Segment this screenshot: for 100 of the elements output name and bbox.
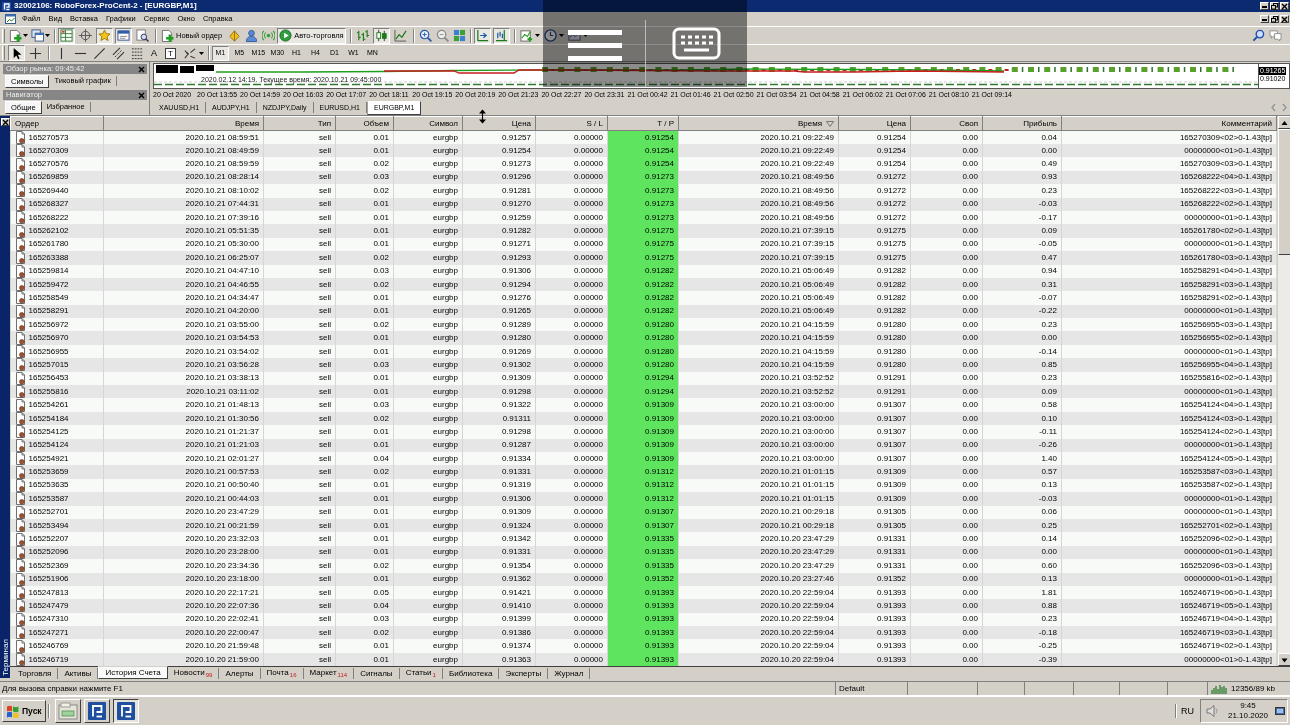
windows-icon[interactable] <box>31 29 44 42</box>
table-cell: 2020.10.21 04:15:59 <box>678 358 839 372</box>
tab[interactable]: Маркет$_{114}$ <box>303 668 355 679</box>
tab[interactable]: Почта$_{16}$ <box>260 668 304 679</box>
column-header[interactable]: Тип <box>317 118 331 128</box>
minimize-button[interactable] <box>1260 2 1269 10</box>
menu-icon[interactable] <box>568 30 622 61</box>
table-cell: 165252701 <box>28 506 69 519</box>
restore-button[interactable] <box>1270 15 1279 23</box>
caret-icon[interactable] <box>534 34 540 37</box>
table-cell: 2020.10.20 21:59:48 <box>103 639 264 653</box>
scrollbar[interactable] <box>1277 116 1290 666</box>
table-cell: 0.91275 <box>838 224 911 238</box>
text-tool-button[interactable]: A <box>147 45 161 61</box>
table-cell: 0.09 <box>982 224 1062 238</box>
table-cell: 2020.10.20 22:59:04 <box>678 599 839 613</box>
table-cell: 165253494 <box>28 519 69 532</box>
column-header[interactable]: Время <box>234 118 259 128</box>
table-cell: 0.91254 <box>607 157 679 171</box>
table-cell: 0.91280 <box>462 331 536 345</box>
scroll-up-icon[interactable] <box>1278 116 1290 129</box>
table-cell: 0.91410 <box>462 599 536 613</box>
desktop-icon[interactable] <box>1275 707 1285 715</box>
tab[interactable]: Библиотека <box>442 668 500 679</box>
table-cell: 2020.10.20 22:00:47 <box>103 626 264 640</box>
diamond-icon[interactable] <box>228 29 242 42</box>
resize-cursor-icon <box>478 109 487 124</box>
close-icon[interactable] <box>138 91 145 99</box>
column-header[interactable]: T / P <box>657 118 674 128</box>
column-header[interactable]: Ордер <box>15 118 40 128</box>
tab[interactable]: Эксперты <box>499 668 549 679</box>
table-cell: 165256970 <box>28 332 69 345</box>
column-header[interactable]: Цена <box>511 118 531 128</box>
table-cell: 0.00 <box>910 385 983 399</box>
language-indicator[interactable]: RU <box>1178 705 1196 717</box>
tab[interactable]: Торговля <box>12 668 59 679</box>
person-icon[interactable] <box>245 29 259 42</box>
column-header[interactable]: S / L <box>586 118 603 128</box>
table-cell: eurgbp <box>393 184 463 198</box>
document-plus-icon[interactable] <box>161 29 174 42</box>
tab[interactable]: Статьи$_{1}$ <box>399 668 443 679</box>
tab[interactable]: Новости$_{99}$ <box>167 668 220 679</box>
close-button[interactable] <box>1280 2 1289 10</box>
fibonacci-icon[interactable] <box>131 46 144 60</box>
caret-icon[interactable] <box>23 34 28 37</box>
column-header[interactable]: Своп <box>959 118 978 128</box>
tab[interactable]: История Счета <box>98 666 168 679</box>
chat-icon[interactable] <box>1269 29 1282 42</box>
trend-line-icon[interactable] <box>93 46 106 60</box>
channel-icon[interactable] <box>112 46 125 60</box>
table-cell: 0.91275 <box>607 251 679 265</box>
clock-time: 9:45 <box>1240 701 1256 711</box>
table-cell: eurgbp <box>393 398 463 412</box>
zoom-out-icon[interactable] <box>435 29 449 42</box>
column-header[interactable]: Цена <box>886 118 906 128</box>
close-button[interactable] <box>1280 15 1289 23</box>
minimize-button[interactable] <box>1260 15 1269 23</box>
close-icon[interactable] <box>138 65 145 73</box>
table-cell: 0.00000 <box>535 639 608 653</box>
table-cell: 165270576 <box>28 158 69 171</box>
sort-icon[interactable] <box>826 120 834 127</box>
table-cell: 165261780<03>0-1.43[tp] <box>1061 251 1277 265</box>
keyboard-icon[interactable] <box>672 27 721 60</box>
table-cell: 0.00 <box>910 398 983 412</box>
table-cell: 2020.10.21 03:52:52 <box>678 385 839 399</box>
table-cell: 0.91312 <box>607 465 679 479</box>
scroll-thumb[interactable] <box>1278 129 1290 255</box>
table-cell: eurgbp <box>393 532 463 546</box>
chart-window-icon[interactable] <box>5 14 16 24</box>
tab[interactable]: Журнал <box>548 668 591 679</box>
table-cell: 165253587<03>0-1.43[tp] <box>1061 465 1277 479</box>
label-tool-button[interactable]: T <box>165 47 176 59</box>
zoom-in-icon[interactable] <box>418 29 432 42</box>
clock-icon[interactable] <box>543 29 557 42</box>
caret-icon[interactable] <box>198 51 204 55</box>
table-cell: 0.91309 <box>838 492 911 506</box>
table-cell: 0.00 <box>910 144 983 158</box>
grid-icon[interactable] <box>452 29 466 42</box>
arrows-icon[interactable] <box>182 46 196 60</box>
table-cell: 165270309 <box>28 144 69 157</box>
column-header[interactable]: Время <box>797 118 822 128</box>
column-header[interactable]: Комментарий <box>1221 118 1272 128</box>
table-cell: 0.00000 <box>535 398 608 412</box>
tab[interactable]: Сигналы <box>354 668 400 679</box>
flag-icon[interactable] <box>6 704 20 718</box>
table-cell: 0.00000 <box>535 492 608 506</box>
table-cell: 0.91275 <box>838 251 911 265</box>
restore-button[interactable] <box>1270 2 1279 10</box>
table-cell: 2020.10.21 03:56:28 <box>103 358 264 372</box>
scroll-down-icon[interactable] <box>1278 653 1290 666</box>
tab[interactable]: Алерты <box>219 668 261 679</box>
close-button[interactable] <box>0 118 10 126</box>
caret-icon[interactable] <box>45 34 50 37</box>
play-icon[interactable] <box>279 29 293 42</box>
start-button[interactable]: Пуск <box>2 700 46 722</box>
table-cell: 165246769 <box>28 640 69 653</box>
search-icon[interactable] <box>1252 29 1265 42</box>
document-plus-icon[interactable] <box>9 29 22 42</box>
table-cell: sell <box>263 639 336 653</box>
table-cell: 0.01 <box>335 291 394 305</box>
